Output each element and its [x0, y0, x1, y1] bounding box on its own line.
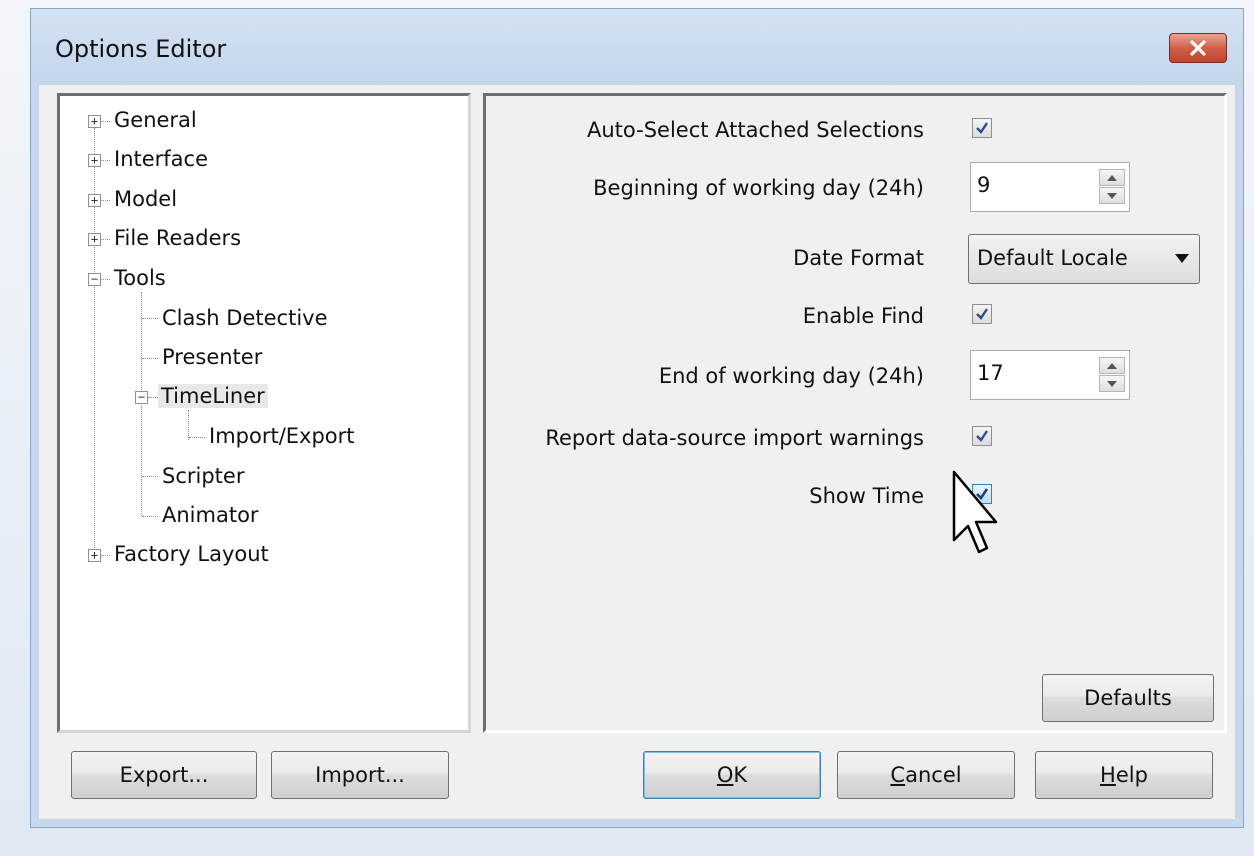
close-button[interactable]	[1169, 33, 1227, 63]
tree-item-import-export[interactable]: Import/Export	[209, 422, 355, 450]
window-title: Options Editor	[55, 35, 227, 63]
cancel-label: ancel	[905, 763, 962, 787]
tree-item-model[interactable]: Model	[114, 185, 177, 213]
enable-find-label: Enable Find	[802, 304, 924, 328]
check-icon	[976, 430, 988, 442]
date-format-label: Date Format	[793, 246, 924, 270]
ok-mnemonic: O	[716, 763, 734, 787]
end-day-value[interactable]: 17	[977, 361, 1004, 385]
help-mnemonic: H	[1100, 763, 1116, 787]
begin-day-spinner[interactable]: 9	[970, 162, 1130, 212]
cancel-mnemonic: C	[890, 763, 906, 787]
help-label: elp	[1115, 763, 1148, 787]
expand-icon[interactable]: +	[88, 115, 101, 128]
expand-icon[interactable]: +	[88, 549, 101, 562]
collapse-icon[interactable]: −	[135, 391, 148, 404]
report-warnings-label: Report data-source import warnings	[545, 426, 924, 450]
settings-panel: Auto-Select Attached Selections Beginnin…	[483, 93, 1227, 733]
cancel-button[interactable]: Cancel	[837, 751, 1015, 799]
arrow-up-icon	[1107, 174, 1117, 181]
end-day-label: End of working day (24h)	[658, 364, 924, 388]
expand-icon[interactable]: +	[88, 233, 101, 246]
import-button[interactable]: Import...	[271, 751, 449, 799]
tree-item-scripter[interactable]: Scripter	[162, 462, 244, 490]
begin-day-label: Beginning of working day (24h)	[593, 176, 924, 200]
report-warnings-checkbox[interactable]	[972, 426, 992, 446]
end-day-spinner[interactable]: 17	[970, 350, 1130, 400]
date-format-select[interactable]: Default Locale	[968, 234, 1200, 284]
arrow-down-icon	[1107, 192, 1117, 199]
tree-item-factory-layout[interactable]: Factory Layout	[114, 540, 269, 568]
spin-up-button[interactable]	[1099, 169, 1125, 186]
tree-item-animator[interactable]: Animator	[162, 501, 259, 529]
dialog-body: + General + Interface + Model + File Rea…	[39, 85, 1235, 819]
check-icon	[976, 308, 988, 320]
tree-item-file-readers[interactable]: File Readers	[114, 224, 241, 252]
date-format-value: Default Locale	[977, 246, 1128, 270]
check-icon	[976, 122, 988, 134]
ok-button[interactable]: OK	[643, 751, 821, 799]
spin-up-button[interactable]	[1099, 357, 1125, 374]
close-icon	[1190, 40, 1206, 56]
expand-icon[interactable]: +	[88, 194, 101, 207]
auto-select-label: Auto-Select Attached Selections	[586, 118, 924, 142]
spin-down-button[interactable]	[1099, 187, 1125, 204]
options-tree[interactable]: + General + Interface + Model + File Rea…	[57, 93, 471, 733]
arrow-down-icon	[1107, 380, 1117, 387]
export-button[interactable]: Export...	[71, 751, 257, 799]
mouse-cursor-icon	[952, 470, 998, 554]
tree-item-tools[interactable]: Tools	[114, 264, 166, 292]
defaults-button[interactable]: Defaults	[1042, 674, 1214, 722]
tree-item-interface[interactable]: Interface	[114, 145, 208, 173]
tree-item-clash-detective[interactable]: Clash Detective	[162, 304, 328, 332]
tree-item-presenter[interactable]: Presenter	[162, 343, 262, 371]
auto-select-checkbox[interactable]	[972, 118, 992, 138]
tree-item-timeliner[interactable]: TimeLiner	[158, 382, 268, 410]
chevron-down-icon	[1175, 254, 1189, 263]
tree-item-general[interactable]: General	[114, 106, 197, 134]
arrow-up-icon	[1107, 362, 1117, 369]
ok-label: K	[733, 763, 748, 787]
options-editor-window: Options Editor + General + Interface + M…	[30, 8, 1244, 828]
expand-icon[interactable]: +	[88, 154, 101, 167]
show-time-label: Show Time	[809, 484, 924, 508]
enable-find-checkbox[interactable]	[972, 304, 992, 324]
help-button[interactable]: Help	[1035, 751, 1213, 799]
spin-down-button[interactable]	[1099, 375, 1125, 392]
begin-day-value[interactable]: 9	[977, 173, 990, 197]
collapse-icon[interactable]: −	[88, 273, 101, 286]
title-bar[interactable]: Options Editor	[31, 9, 1243, 85]
